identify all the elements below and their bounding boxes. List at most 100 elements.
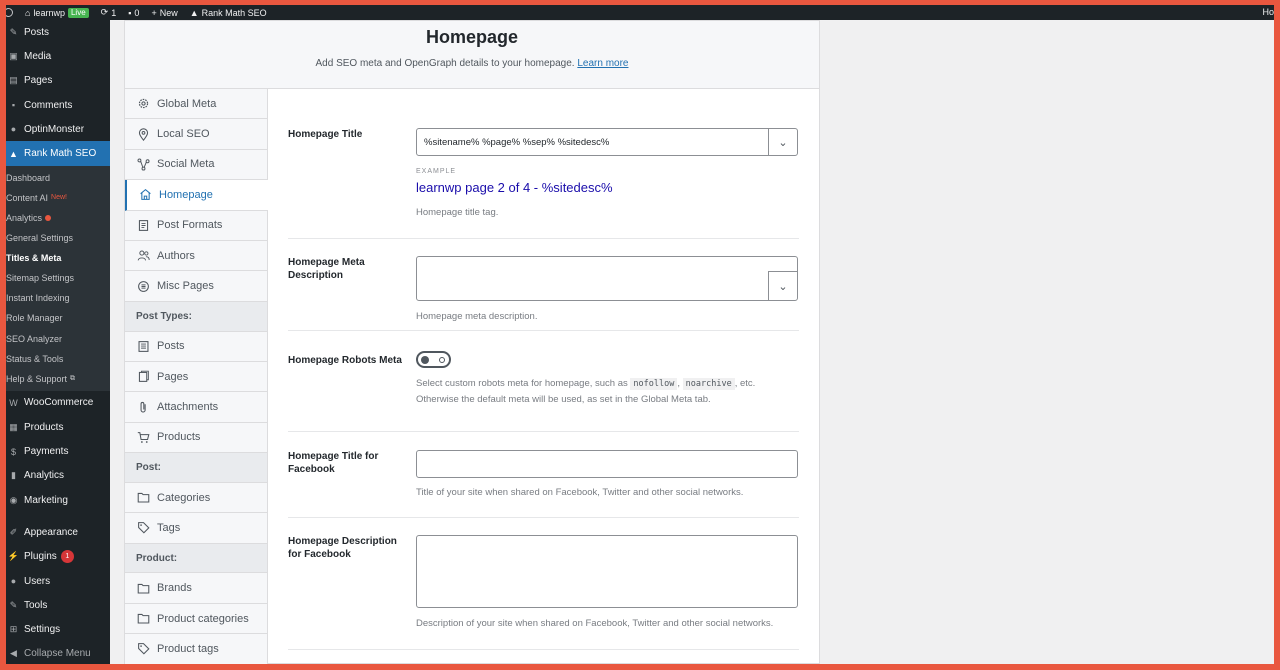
menu-item-posts[interactable]: ✎ Posts <box>6 20 110 44</box>
tab-label: Tags <box>157 521 181 534</box>
comments-link[interactable]: ▪ 0 <box>128 8 139 18</box>
menu-item-media[interactable]: ▣ Media <box>6 44 110 68</box>
submenu-content-ai[interactable]: Content AI New! <box>6 188 110 208</box>
tab-label: Product tags <box>157 642 219 655</box>
menu-item-analytics[interactable]: ▮ Analytics <box>6 464 110 488</box>
post-icon <box>136 339 150 353</box>
rank-math-label: Rank Math SEO <box>201 7 267 18</box>
menu-label: Products <box>24 421 64 433</box>
archive-icon: ▦ <box>9 421 18 432</box>
new-content-link[interactable]: + New <box>151 8 177 18</box>
row-homepage-title: Homepage Title %sitename% %page% %sep% %… <box>288 89 799 239</box>
dollar-icon: $ <box>10 446 16 457</box>
folder-icon <box>136 581 150 595</box>
admin-bar: ⌂ learnwp Live ⟳ 1 ▪ 0 + New ▲ Rank Math… <box>6 5 1274 20</box>
settings-form: Homepage Title %sitename% %page% %sep% %… <box>268 89 819 664</box>
tab-brands[interactable]: Brands <box>125 573 267 604</box>
menu-item-collapse[interactable]: ◀ Collapse Menu <box>6 642 110 664</box>
folder-icon <box>136 612 150 626</box>
menu-item-settings[interactable]: ⊞ Settings <box>6 617 110 641</box>
tab-posts[interactable]: Posts <box>125 331 267 362</box>
tab-label: Attachments <box>157 401 219 413</box>
submenu-role-manager[interactable]: Role Manager <box>6 308 110 328</box>
row-facebook-description: Homepage Description for Facebook Descri… <box>288 518 799 650</box>
wordpress-logo[interactable] <box>6 8 13 17</box>
tab-product-categories[interactable]: Product categories <box>125 603 267 635</box>
submenu-dashboard[interactable]: Dashboard <box>6 168 110 188</box>
tab-global-meta[interactable]: Global Meta <box>125 89 267 120</box>
users-icon <box>136 249 150 263</box>
tab-label: Posts <box>157 340 185 353</box>
submenu-label: Dashboard <box>6 172 51 183</box>
menu-item-marketing[interactable]: ◉ Marketing <box>6 488 110 512</box>
tab-categories[interactable]: Categories <box>125 482 267 514</box>
submenu-analytics[interactable]: Analytics <box>6 208 110 228</box>
submenu-instant-indexing[interactable]: Instant Indexing <box>6 288 110 308</box>
tab-products[interactable]: Products <box>125 422 267 454</box>
menu-item-rank-math[interactable]: ▲ Rank Math SEO <box>6 141 110 166</box>
tab-label: Misc Pages <box>157 280 214 293</box>
menu-item-optinmonster[interactable]: ● OptinMonster <box>6 117 110 141</box>
menu-item-plugins[interactable]: ⚡ Plugins 1 <box>6 545 110 569</box>
new-label: New <box>159 7 178 18</box>
robots-meta-description: Select custom robots meta for homepage, … <box>416 378 756 405</box>
submenu-help-support[interactable]: Help & Support ⧉ <box>6 369 110 389</box>
tab-attachments[interactable]: Attachments <box>125 392 267 423</box>
comment-icon: ▪ <box>128 7 132 18</box>
tab-pages[interactable]: Pages <box>125 361 267 393</box>
example-label: EXAMPLE <box>416 168 457 175</box>
facebook-description-textarea[interactable] <box>416 535 798 608</box>
submenu-titles-meta[interactable]: Titles & Meta <box>6 248 110 268</box>
tab-product-tags[interactable]: Product tags <box>125 634 267 664</box>
menu-item-appearance[interactable]: ✐ Appearance <box>6 520 110 544</box>
media-icon: ▣ <box>9 50 18 61</box>
menu-item-products[interactable]: ▦ Products <box>6 415 110 439</box>
code-nofollow: nofollow <box>630 378 678 390</box>
tab-misc-pages[interactable]: Misc Pages <box>125 271 267 302</box>
tab-social-meta[interactable]: Social Meta <box>125 149 267 181</box>
robots-meta-field-wrap: Select custom robots meta for homepage, … <box>416 351 798 431</box>
menu-item-comments[interactable]: ▪ Comments <box>6 93 110 117</box>
robots-meta-toggle[interactable] <box>416 351 451 368</box>
meta-description-input[interactable]: ⌄ <box>416 256 798 301</box>
updates-link[interactable]: ⟳ 1 <box>101 7 117 18</box>
submenu-general-settings[interactable]: General Settings <box>6 228 110 248</box>
toggle-ring <box>439 357 445 363</box>
brush-icon: ✐ <box>9 526 18 537</box>
learn-more-link[interactable]: Learn more <box>577 58 628 69</box>
menu-item-tools[interactable]: ✎ Tools <box>6 593 110 617</box>
rank-math-icon: ▲ <box>9 148 18 159</box>
optinmonster-icon: ● <box>10 124 17 135</box>
menu-label: Pages <box>24 75 53 87</box>
plus-icon: + <box>151 7 157 18</box>
menu-label: Settings <box>24 624 61 636</box>
tab-tags[interactable]: Tags <box>125 513 267 544</box>
submenu-seo-analyzer[interactable]: SEO Analyzer <box>6 329 110 349</box>
menu-label: WooCommerce <box>24 397 94 409</box>
variables-dropdown-button[interactable]: ⌄ <box>768 271 797 301</box>
submenu-sitemap-settings[interactable]: Sitemap Settings <box>6 268 110 288</box>
rank-math-link[interactable]: ▲ Rank Math SEO <box>190 8 267 18</box>
site-name-link[interactable]: ⌂ learnwp Live <box>25 7 89 18</box>
howdy-link[interactable]: Ho <box>1262 7 1274 17</box>
tab-homepage[interactable]: Homepage <box>125 180 268 211</box>
facebook-title-input[interactable] <box>416 450 798 478</box>
variables-dropdown-button[interactable]: ⌄ <box>768 129 797 155</box>
submenu-label: General Settings <box>6 233 74 244</box>
page-subtitle: Add SEO meta and OpenGraph details to yo… <box>125 58 819 69</box>
tab-authors[interactable]: Authors <box>125 240 267 272</box>
wordpress-icon <box>6 8 13 17</box>
submenu-label: Titles & Meta <box>6 253 62 264</box>
menu-item-pages[interactable]: ▤ Pages <box>6 69 110 93</box>
tab-local-seo[interactable]: Local SEO <box>125 119 267 150</box>
menu-item-woocommerce[interactable]: W WooCommerce <box>6 391 110 415</box>
submenu-status-tools[interactable]: Status & Tools <box>6 349 110 369</box>
document-icon <box>136 218 150 232</box>
menu-label: Payments <box>24 446 69 458</box>
menu-separator <box>6 512 110 520</box>
homepage-title-input[interactable]: %sitename% %page% %sep% %sitedesc% ⌄ <box>416 128 798 156</box>
product-heading: Product: <box>125 543 267 574</box>
menu-item-payments[interactable]: $ Payments <box>6 439 110 463</box>
menu-item-users[interactable]: ● Users <box>6 569 110 593</box>
tab-post-formats[interactable]: Post Formats <box>125 210 267 241</box>
